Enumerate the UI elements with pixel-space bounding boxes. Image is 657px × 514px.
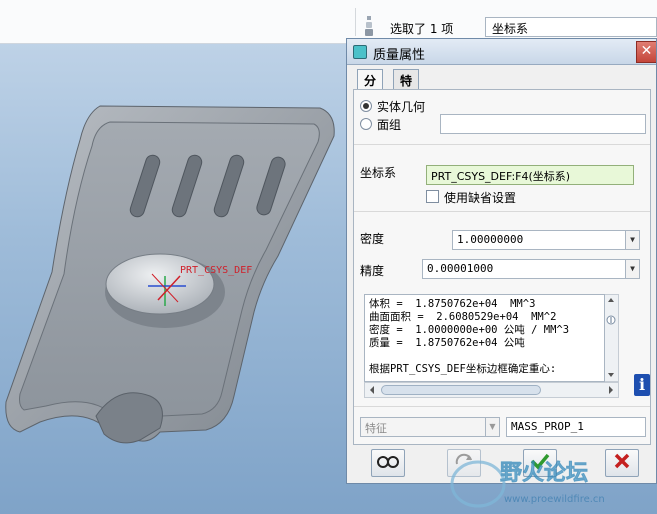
scroll-arrows-icon xyxy=(606,298,616,377)
model-viewport[interactable]: PRT_CSYS_DEF xyxy=(0,44,360,514)
csys-collector[interactable]: PRT_CSYS_DEF:F4(坐标系) xyxy=(426,165,634,185)
chevron-down-icon: ▼ xyxy=(485,418,499,436)
results-hscrollbar[interactable] xyxy=(364,382,619,398)
dialog-title: 质量属性 xyxy=(373,48,426,63)
watermark-title: 野火论坛 xyxy=(500,460,588,486)
quilt-radio[interactable] xyxy=(360,118,372,130)
accuracy-label: 精度 xyxy=(360,264,385,278)
divider xyxy=(354,211,650,212)
chevron-down-icon[interactable]: ▼ xyxy=(625,231,639,249)
filter-icon[interactable] xyxy=(362,14,376,38)
csys-field-label: 坐标系 xyxy=(360,166,397,180)
accuracy-value: 0.00001000 xyxy=(427,262,494,275)
solid-geometry-label: 实体几何 xyxy=(377,100,426,114)
toolbar-separator xyxy=(355,8,356,36)
feature-name-input[interactable]: MASS_PROP_1 xyxy=(506,417,646,437)
use-default-label: 使用缺省设置 xyxy=(444,191,517,205)
close-button[interactable]: ✕ xyxy=(636,41,656,63)
result-line: 质量 = 1.8750762e+04 公吨 xyxy=(369,337,525,349)
dialog-titlebar[interactable]: 质量属性 ✕ xyxy=(347,39,656,65)
scroll-thumb[interactable] xyxy=(381,385,541,395)
divider xyxy=(354,406,650,407)
glasses-icon xyxy=(377,456,399,468)
info-icon[interactable]: i xyxy=(634,374,650,396)
quilt-label: 面组 xyxy=(377,118,402,132)
feature-type-placeholder: 特征 xyxy=(365,422,387,435)
analysis-panel: 实体几何 面组 坐标系 PRT_CSYS_DEF:F4(坐标系) 使用缺省设置 … xyxy=(353,89,651,445)
result-line: 根据PRT_CSYS_DEF坐标边框确定重心: xyxy=(369,363,557,375)
csys-label: PRT_CSYS_DEF xyxy=(180,265,252,276)
result-line xyxy=(369,350,600,363)
tab-feature[interactable]: 特征 xyxy=(393,69,420,105)
solid-geometry-radio[interactable] xyxy=(360,100,372,112)
results-vscrollbar[interactable] xyxy=(605,294,619,382)
accuracy-combo[interactable]: 0.00001000 ▼ xyxy=(422,259,640,279)
use-default-checkbox[interactable] xyxy=(426,190,439,203)
watermark-url: www.proewildfire.cn xyxy=(504,494,605,505)
tray-part xyxy=(5,105,335,444)
results-textarea[interactable]: 体积 = 1.8750762e+04 MM^3 曲面面积 = 2.6080529e… xyxy=(364,294,605,382)
density-combo[interactable]: 1.00000000 ▼ xyxy=(452,230,640,250)
app-icon xyxy=(353,45,367,59)
result-line: 密度 = 1.0000000e+00 公吨 / MM^3 xyxy=(369,324,570,336)
density-label: 密度 xyxy=(360,232,385,246)
preview-button[interactable] xyxy=(371,449,405,477)
chevron-down-icon[interactable]: ▼ xyxy=(625,260,639,278)
divider xyxy=(354,144,650,145)
quilt-input[interactable] xyxy=(440,114,646,134)
tab-analysis[interactable]: 分析 xyxy=(357,69,384,105)
result-line: 曲面面积 = 2.6080529e+04 MM^2 xyxy=(369,311,557,323)
density-value: 1.00000000 xyxy=(457,233,524,246)
selection-count: 选取了 1 项 xyxy=(390,22,454,36)
forum-watermark: 野火论坛 www.proewildfire.cn xyxy=(450,460,605,508)
feature-type-combo: 特征 ▼ xyxy=(360,417,500,437)
mass-properties-dialog: 质量属性 ✕ 分析 特征 实体几何 面组 坐标系 PRT_CSYS_DEF:F4… xyxy=(346,38,657,484)
result-line: 体积 = 1.8750762e+04 MM^3 xyxy=(369,298,536,310)
close-icon: ✕ xyxy=(640,43,653,59)
selection-filter-combo[interactable]: 坐标系 xyxy=(485,17,657,37)
